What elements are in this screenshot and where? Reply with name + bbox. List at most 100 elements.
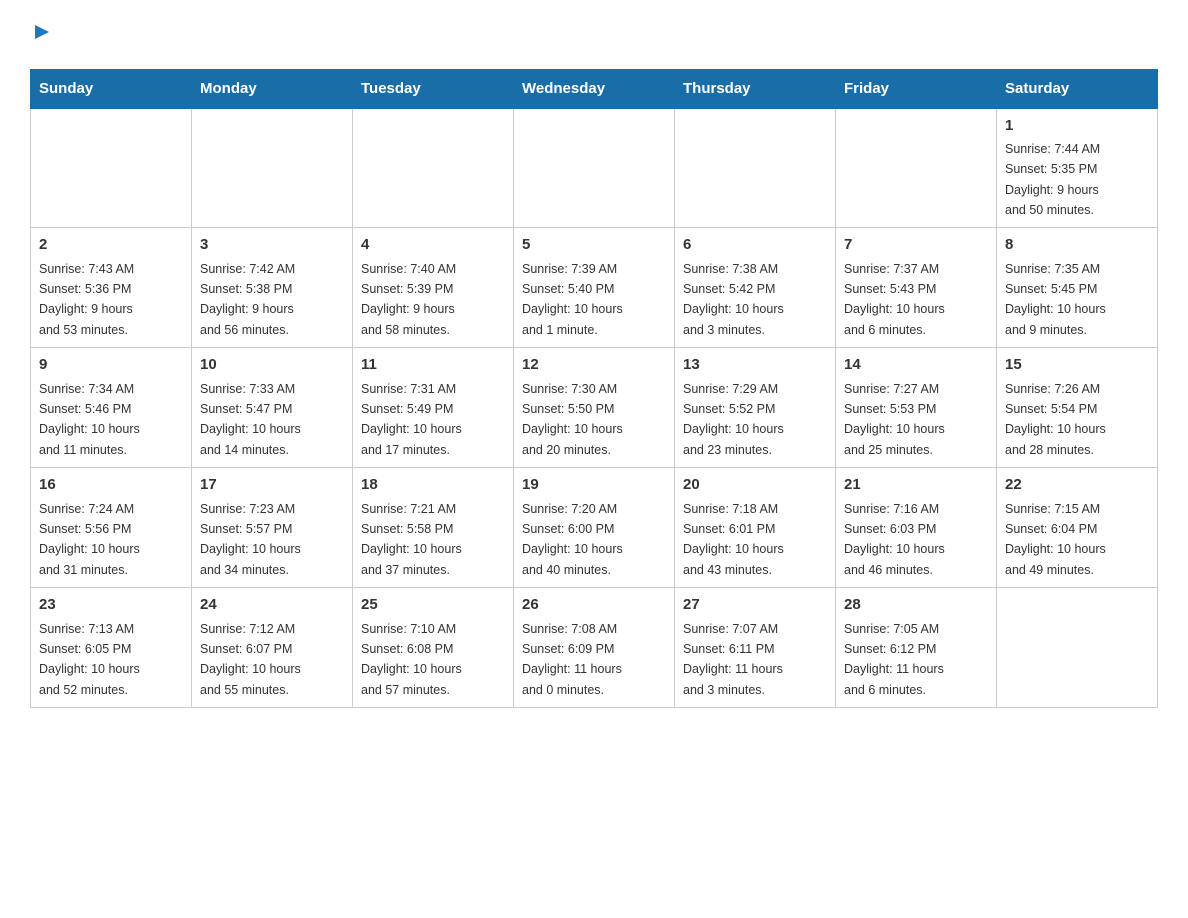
- calendar-cell: 18 Sunrise: 7:21 AM Sunset: 5:58 PM Dayli…: [353, 468, 514, 588]
- calendar-cell: 4Sunrise: 7:40 AM Sunset: 5:39 PM Daylig…: [353, 228, 514, 348]
- day-info: Sunrise: 7:30 AM Sunset: 5:50 PM Dayligh…: [522, 382, 623, 457]
- calendar-cell: 10 Sunrise: 7:33 AM Sunset: 5:47 PM Dayli…: [192, 348, 353, 468]
- day-info: Sunrise: 7:29 AM Sunset: 5:52 PM Dayligh…: [683, 382, 784, 457]
- day-number: 3: [200, 234, 344, 257]
- calendar-cell: 13 Sunrise: 7:29 AM Sunset: 5:52 PM Dayli…: [675, 348, 836, 468]
- day-number: 21: [844, 474, 988, 497]
- day-number: 15: [1005, 354, 1149, 377]
- calendar-week-row: 23 Sunrise: 7:13 AM Sunset: 6:05 PM Dayli…: [31, 588, 1158, 708]
- day-info: Sunrise: 7:07 AM Sunset: 6:11 PM Dayligh…: [683, 622, 783, 697]
- calendar-cell: 14 Sunrise: 7:27 AM Sunset: 5:53 PM Dayli…: [836, 348, 997, 468]
- day-info: Sunrise: 7:20 AM Sunset: 6:00 PM Dayligh…: [522, 502, 623, 577]
- day-info: Sunrise: 7:31 AM Sunset: 5:49 PM Dayligh…: [361, 382, 462, 457]
- column-header-tuesday: Tuesday: [353, 69, 514, 108]
- day-number: 6: [683, 234, 827, 257]
- day-info: Sunrise: 7:16 AM Sunset: 6:03 PM Dayligh…: [844, 502, 945, 577]
- calendar-cell: 25Sunrise: 7:10 AM Sunset: 6:08 PM Dayli…: [353, 588, 514, 708]
- day-info: Sunrise: 7:12 AM Sunset: 6:07 PM Dayligh…: [200, 622, 301, 697]
- calendar-cell: 20Sunrise: 7:18 AM Sunset: 6:01 PM Dayli…: [675, 468, 836, 588]
- column-header-thursday: Thursday: [675, 69, 836, 108]
- logo-general: [30, 20, 51, 49]
- day-number: 12: [522, 354, 666, 377]
- calendar-cell: 26Sunrise: 7:08 AM Sunset: 6:09 PM Dayli…: [514, 588, 675, 708]
- page-header: [30, 20, 1158, 49]
- day-number: 24: [200, 594, 344, 617]
- logo-arrow-icon: [33, 18, 51, 47]
- calendar-cell: 23 Sunrise: 7:13 AM Sunset: 6:05 PM Dayli…: [31, 588, 192, 708]
- calendar-cell: 2 Sunrise: 7:43 AM Sunset: 5:36 PM Daylig…: [31, 228, 192, 348]
- day-info: Sunrise: 7:15 AM Sunset: 6:04 PM Dayligh…: [1005, 502, 1106, 577]
- calendar-table: SundayMondayTuesdayWednesdayThursdayFrid…: [30, 69, 1158, 709]
- day-info: Sunrise: 7:39 AM Sunset: 5:40 PM Dayligh…: [522, 262, 623, 337]
- calendar-cell: [353, 108, 514, 228]
- day-number: 28: [844, 594, 988, 617]
- day-info: Sunrise: 7:37 AM Sunset: 5:43 PM Dayligh…: [844, 262, 945, 337]
- day-info: Sunrise: 7:13 AM Sunset: 6:05 PM Dayligh…: [39, 622, 140, 697]
- column-header-friday: Friday: [836, 69, 997, 108]
- day-info: Sunrise: 7:18 AM Sunset: 6:01 PM Dayligh…: [683, 502, 784, 577]
- calendar-cell: [997, 588, 1158, 708]
- day-number: 16: [39, 474, 183, 497]
- day-info: Sunrise: 7:33 AM Sunset: 5:47 PM Dayligh…: [200, 382, 301, 457]
- day-number: 27: [683, 594, 827, 617]
- day-number: 25: [361, 594, 505, 617]
- logo: [30, 20, 51, 49]
- calendar-cell: 8Sunrise: 7:35 AM Sunset: 5:45 PM Daylig…: [997, 228, 1158, 348]
- calendar-cell: 7 Sunrise: 7:37 AM Sunset: 5:43 PM Daylig…: [836, 228, 997, 348]
- day-number: 18: [361, 474, 505, 497]
- day-number: 1: [1005, 115, 1149, 138]
- calendar-cell: 22 Sunrise: 7:15 AM Sunset: 6:04 PM Dayli…: [997, 468, 1158, 588]
- calendar-cell: 21 Sunrise: 7:16 AM Sunset: 6:03 PM Dayli…: [836, 468, 997, 588]
- calendar-cell: 15 Sunrise: 7:26 AM Sunset: 5:54 PM Dayli…: [997, 348, 1158, 468]
- day-info: Sunrise: 7:42 AM Sunset: 5:38 PM Dayligh…: [200, 262, 295, 337]
- day-info: Sunrise: 7:44 AM Sunset: 5:35 PM Dayligh…: [1005, 142, 1100, 217]
- day-number: 11: [361, 354, 505, 377]
- day-info: Sunrise: 7:27 AM Sunset: 5:53 PM Dayligh…: [844, 382, 945, 457]
- day-info: Sunrise: 7:38 AM Sunset: 5:42 PM Dayligh…: [683, 262, 784, 337]
- day-info: Sunrise: 7:23 AM Sunset: 5:57 PM Dayligh…: [200, 502, 301, 577]
- day-number: 2: [39, 234, 183, 257]
- calendar-cell: 5 Sunrise: 7:39 AM Sunset: 5:40 PM Daylig…: [514, 228, 675, 348]
- day-info: Sunrise: 7:43 AM Sunset: 5:36 PM Dayligh…: [39, 262, 134, 337]
- calendar-week-row: 16 Sunrise: 7:24 AM Sunset: 5:56 PM Dayli…: [31, 468, 1158, 588]
- day-number: 9: [39, 354, 183, 377]
- calendar-cell: [192, 108, 353, 228]
- day-number: 19: [522, 474, 666, 497]
- column-header-monday: Monday: [192, 69, 353, 108]
- day-info: Sunrise: 7:26 AM Sunset: 5:54 PM Dayligh…: [1005, 382, 1106, 457]
- calendar-cell: [514, 108, 675, 228]
- day-number: 5: [522, 234, 666, 257]
- day-info: Sunrise: 7:21 AM Sunset: 5:58 PM Dayligh…: [361, 502, 462, 577]
- day-number: 7: [844, 234, 988, 257]
- day-info: Sunrise: 7:35 AM Sunset: 5:45 PM Dayligh…: [1005, 262, 1106, 337]
- calendar-cell: 19 Sunrise: 7:20 AM Sunset: 6:00 PM Dayli…: [514, 468, 675, 588]
- day-number: 4: [361, 234, 505, 257]
- calendar-cell: 28 Sunrise: 7:05 AM Sunset: 6:12 PM Dayli…: [836, 588, 997, 708]
- column-header-saturday: Saturday: [997, 69, 1158, 108]
- calendar-week-row: 1 Sunrise: 7:44 AM Sunset: 5:35 PM Daylig…: [31, 108, 1158, 228]
- calendar-cell: 6 Sunrise: 7:38 AM Sunset: 5:42 PM Daylig…: [675, 228, 836, 348]
- calendar-cell: 1 Sunrise: 7:44 AM Sunset: 5:35 PM Daylig…: [997, 108, 1158, 228]
- day-number: 22: [1005, 474, 1149, 497]
- day-number: 26: [522, 594, 666, 617]
- calendar-cell: 17Sunrise: 7:23 AM Sunset: 5:57 PM Dayli…: [192, 468, 353, 588]
- calendar-cell: 16 Sunrise: 7:24 AM Sunset: 5:56 PM Dayli…: [31, 468, 192, 588]
- day-info: Sunrise: 7:05 AM Sunset: 6:12 PM Dayligh…: [844, 622, 944, 697]
- calendar-cell: 27 Sunrise: 7:07 AM Sunset: 6:11 PM Dayli…: [675, 588, 836, 708]
- calendar-cell: 12 Sunrise: 7:30 AM Sunset: 5:50 PM Dayli…: [514, 348, 675, 468]
- day-info: Sunrise: 7:34 AM Sunset: 5:46 PM Dayligh…: [39, 382, 140, 457]
- calendar-cell: [31, 108, 192, 228]
- calendar-cell: 24 Sunrise: 7:12 AM Sunset: 6:07 PM Dayli…: [192, 588, 353, 708]
- day-info: Sunrise: 7:24 AM Sunset: 5:56 PM Dayligh…: [39, 502, 140, 577]
- calendar-week-row: 2 Sunrise: 7:43 AM Sunset: 5:36 PM Daylig…: [31, 228, 1158, 348]
- calendar-week-row: 9 Sunrise: 7:34 AM Sunset: 5:46 PM Daylig…: [31, 348, 1158, 468]
- calendar-cell: 9 Sunrise: 7:34 AM Sunset: 5:46 PM Daylig…: [31, 348, 192, 468]
- day-number: 13: [683, 354, 827, 377]
- calendar-cell: 3 Sunrise: 7:42 AM Sunset: 5:38 PM Daylig…: [192, 228, 353, 348]
- calendar-cell: [836, 108, 997, 228]
- day-number: 23: [39, 594, 183, 617]
- day-number: 14: [844, 354, 988, 377]
- column-header-wednesday: Wednesday: [514, 69, 675, 108]
- day-number: 10: [200, 354, 344, 377]
- calendar-header-row: SundayMondayTuesdayWednesdayThursdayFrid…: [31, 69, 1158, 108]
